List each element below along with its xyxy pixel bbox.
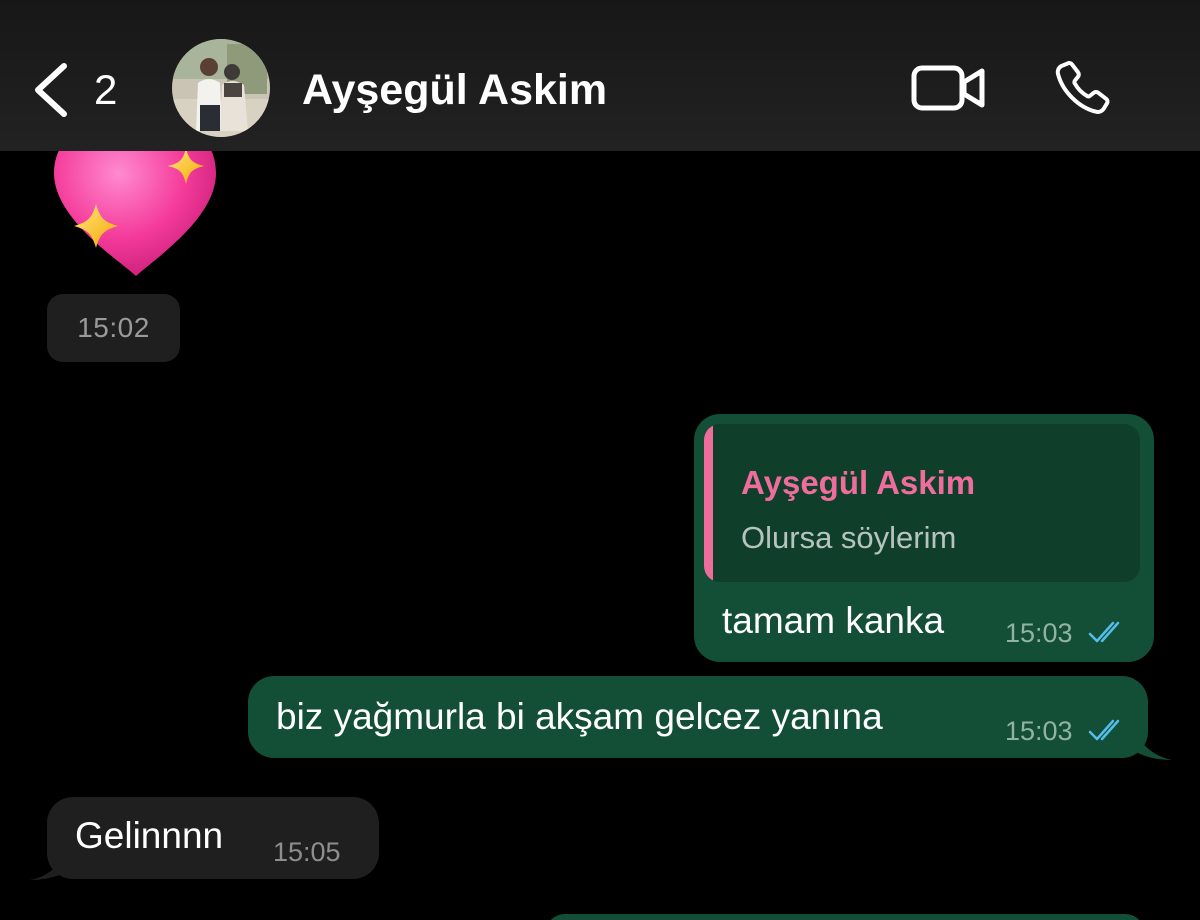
double-check-icon <box>1088 719 1120 741</box>
quoted-message[interactable]: Ayşegül Askim Olursa söylerim <box>704 424 1140 582</box>
chevron-left-icon <box>35 63 67 117</box>
quote-author: Ayşegül Askim <box>741 464 976 501</box>
chat-header: 2 Ayşegül Askim <box>0 0 1200 151</box>
incoming-message[interactable]: Gelinnnn 15:05 <box>47 797 379 879</box>
avatar-photo <box>172 39 270 137</box>
message-time: 15:03 <box>1005 716 1073 746</box>
message-text: tamam kanka <box>722 600 945 641</box>
outgoing-message-partial[interactable] <box>545 914 1145 920</box>
double-check-icon <box>1088 621 1120 643</box>
timestamp-text: 15:02 <box>77 312 150 343</box>
phone-icon <box>1055 61 1110 114</box>
quote-accent-bar <box>704 424 713 582</box>
video-call-button[interactable] <box>910 62 986 114</box>
message-text: biz yağmurla bi akşam gelcez yanına <box>276 696 883 737</box>
avatar[interactable] <box>172 39 270 137</box>
message-time: 15:03 <box>1005 618 1073 648</box>
back-button[interactable]: 2 <box>30 58 140 122</box>
outgoing-reply-message[interactable]: Ayşegül Askim Olursa söylerim tamam kank… <box>694 414 1154 662</box>
unread-count: 2 <box>94 66 118 113</box>
voice-call-button[interactable] <box>1050 56 1114 120</box>
contact-name[interactable]: Ayşegül Askim <box>302 64 607 116</box>
outgoing-message[interactable]: biz yağmurla bi akşam gelcez yanına 15:0… <box>248 676 1148 758</box>
quote-text: Olursa söylerim <box>741 520 957 555</box>
message-timestamp: 15:02 <box>47 294 180 362</box>
message-time: 15:05 <box>273 837 341 867</box>
chat-screen: 2 Ayşegül Askim 15:02 Ayşegül Askim Olur… <box>0 0 1200 920</box>
video-camera-icon <box>911 65 985 111</box>
message-text: Gelinnnn <box>75 815 224 856</box>
